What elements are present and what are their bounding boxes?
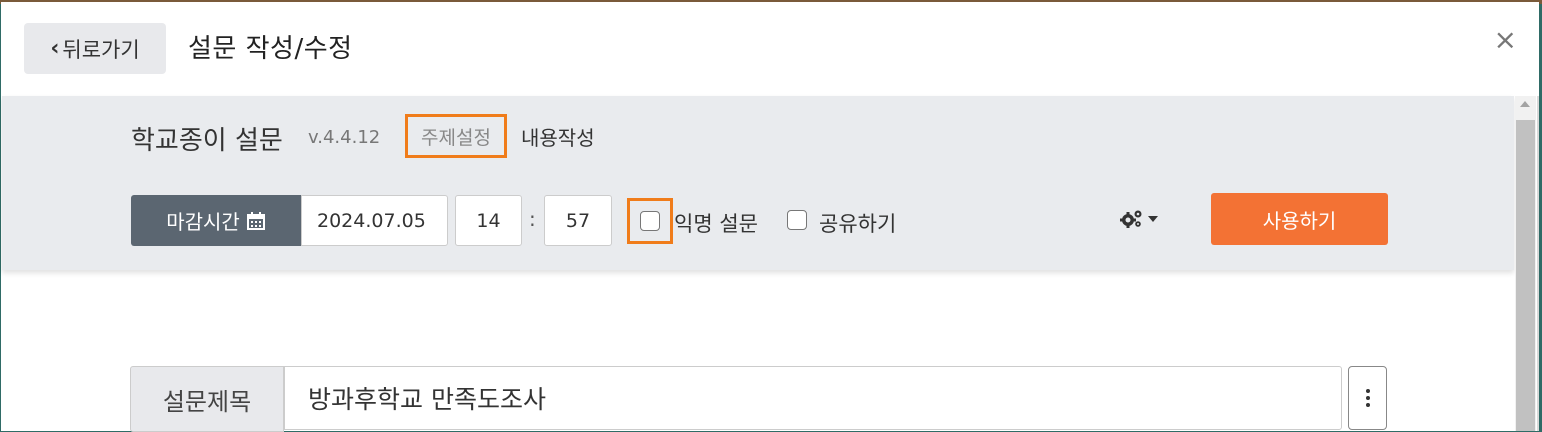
scroll-up-icon[interactable] [1520,101,1530,107]
survey-edit-modal: ‹ 뒤로가기 설문 작성/수정 × 학교종이 설문 v.4.4.12 주제설정 … [1,2,1539,432]
deadline-button[interactable]: 마감시간 [131,195,301,246]
scrollbar-thumb[interactable] [1516,120,1535,431]
modal-header: ‹ 뒤로가기 설문 작성/수정 × [1,2,1539,96]
deadline-date-input[interactable]: 2024.07.05 [301,195,448,246]
tab-theme-settings[interactable]: 주제설정 [405,114,507,158]
kebab-dot [1365,396,1370,400]
use-button[interactable]: 사용하기 [1211,193,1388,245]
deadline-button-label: 마감시간 [166,210,240,234]
close-icon[interactable]: × [1494,26,1517,54]
gears-icon [1120,210,1142,228]
app-name: 학교종이 설문 [131,126,283,156]
kebab-dot [1365,389,1370,393]
tab-content-writing[interactable]: 내용작성 [521,122,595,151]
share-checkbox[interactable] [787,210,807,230]
back-button[interactable]: ‹ 뒤로가기 [24,23,166,74]
calendar-icon [246,211,265,230]
anonymous-checkbox-highlight [627,198,673,244]
survey-toolbar: 학교종이 설문 v.4.4.12 주제설정 내용작성 마감시간 2024.07.… [2,96,1514,270]
deadline-hour-input[interactable]: 14 [455,195,522,246]
scrollbar[interactable] [1515,96,1536,431]
survey-title-input[interactable]: 방과후학교 만족도조사 [284,366,1342,430]
anonymous-label[interactable]: 익명 설문 [674,208,758,238]
back-button-label: 뒤로가기 [62,37,140,62]
chevron-left-icon: ‹ [50,35,60,61]
kebab-dot [1365,403,1370,407]
chevron-down-icon [1148,216,1158,222]
tab-label: 주제설정 [421,126,491,149]
share-label[interactable]: 공유하기 [819,208,896,238]
settings-dropdown-button[interactable] [1119,208,1158,230]
survey-title-label: 설문제목 [130,366,284,432]
more-options-button[interactable] [1348,366,1387,430]
modal-title: 설문 작성/수정 [188,34,353,64]
time-separator: : [529,207,536,231]
app-version: v.4.4.12 [308,127,381,148]
deadline-minute-input[interactable]: 57 [544,195,612,246]
anonymous-checkbox[interactable] [640,211,660,231]
